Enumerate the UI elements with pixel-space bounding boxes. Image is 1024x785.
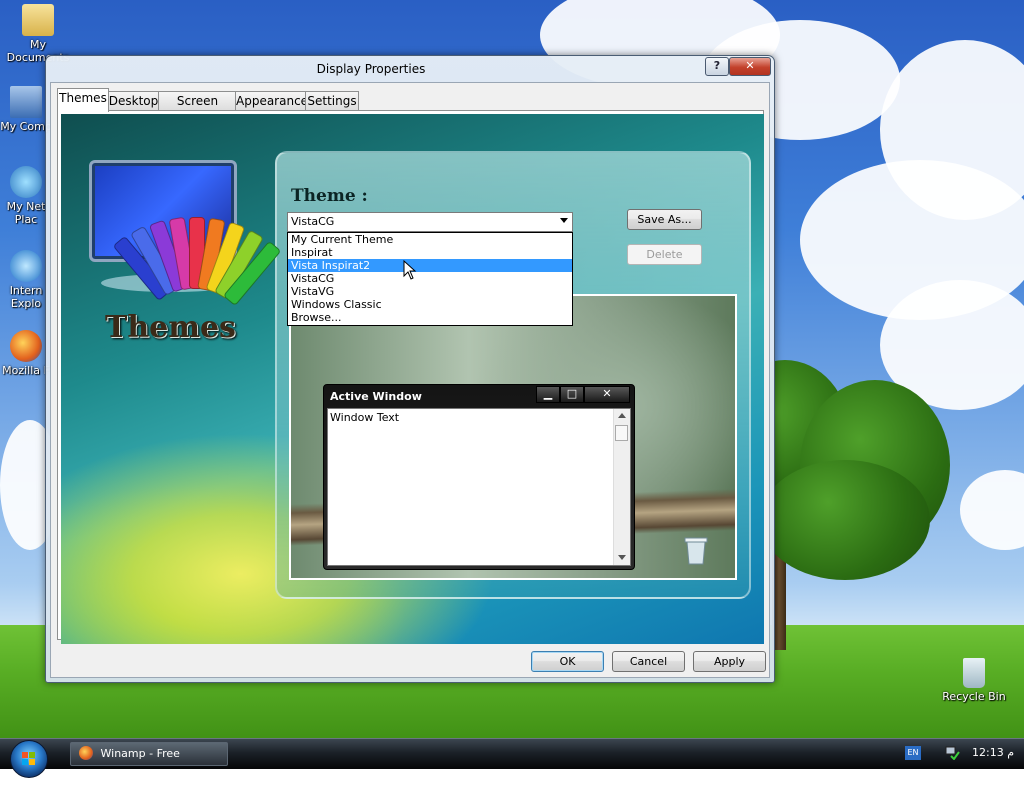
- theme-select[interactable]: VistaCG: [287, 212, 573, 232]
- scrollbar: [613, 409, 630, 565]
- theme-option-browse[interactable]: Browse...: [288, 311, 572, 324]
- theme-option[interactable]: VistaCG: [288, 272, 572, 285]
- tab-themes[interactable]: Themes: [57, 88, 109, 112]
- active-window-title: Active Window: [330, 390, 422, 403]
- themes-tab-panel: Themes Theme : VistaCG My Current Theme …: [57, 110, 764, 644]
- desktop-icon-label: Recycle Bin: [942, 690, 1006, 703]
- themes-logo-text: Themes: [105, 310, 236, 345]
- tab-screen-saver[interactable]: Screen Saver: [158, 91, 237, 126]
- close-button[interactable]: ✕: [729, 57, 771, 76]
- dropdown-arrow-icon[interactable]: [560, 218, 568, 223]
- theme-option-highlighted[interactable]: Vista Inspirat2: [288, 259, 572, 272]
- theme-select-value: VistaCG: [291, 215, 335, 228]
- apply-button[interactable]: Apply: [693, 651, 766, 672]
- language-indicator[interactable]: EN: [905, 746, 921, 760]
- theme-dropdown-list: My Current Theme Inspirat Vista Inspirat…: [287, 232, 573, 326]
- firefox-icon: [10, 330, 42, 362]
- tab-settings[interactable]: Settings: [305, 91, 359, 111]
- desktop-icon-label: My Net Plac: [6, 200, 46, 226]
- theme-option[interactable]: Inspirat: [288, 246, 572, 259]
- recycle-bin-icon: [684, 537, 708, 565]
- theme-option[interactable]: VistaVG: [288, 285, 572, 298]
- firefox-icon: [79, 746, 93, 760]
- ok-button[interactable]: OK: [531, 651, 604, 672]
- active-window-client: Window Text: [327, 408, 631, 566]
- theme-heading: Theme :: [291, 186, 368, 206]
- desktop-icon-recycle-bin[interactable]: Recycle Bin: [934, 658, 1014, 703]
- save-as-button[interactable]: Save As...: [627, 209, 702, 230]
- theme-option[interactable]: My Current Theme: [288, 233, 572, 246]
- recycle-bin-icon: [963, 658, 985, 688]
- windows-logo-icon: [22, 752, 35, 765]
- window-title: Display Properties: [316, 62, 426, 76]
- minimize-icon: ▁: [536, 386, 560, 403]
- computer-icon: [10, 86, 42, 118]
- taskbar-item-firefox-winamp[interactable]: Winamp - Free downlo...: [70, 742, 228, 781]
- desktop-icon-label: Mozilla F: [2, 364, 50, 377]
- tab-desktop[interactable]: Desktop: [107, 91, 160, 111]
- themes-background-art: Themes Theme : VistaCG My Current Theme …: [61, 114, 764, 644]
- help-button[interactable]: ?: [705, 57, 729, 76]
- network-globe-icon: [10, 166, 42, 198]
- start-button[interactable]: [10, 740, 48, 778]
- desktop-icon-label: Intern Explo: [9, 284, 43, 310]
- cancel-button[interactable]: Cancel: [612, 651, 685, 672]
- dialog-client-area: Themes Desktop Screen Saver Appearance S…: [50, 82, 770, 678]
- internet-explorer-icon: [10, 250, 42, 282]
- scroll-up-arrow-icon: [618, 413, 626, 418]
- tab-appearance[interactable]: Appearance: [235, 91, 308, 111]
- clock[interactable]: 12:13 م: [972, 746, 1014, 759]
- folder-icon: [22, 4, 54, 36]
- scroll-thumb: [615, 425, 628, 441]
- title-bar[interactable]: Display Properties ? ✕: [46, 56, 774, 82]
- delete-button[interactable]: Delete: [627, 244, 702, 265]
- maximize-icon: □: [560, 386, 584, 403]
- network-tray-icon[interactable]: [944, 744, 960, 760]
- mouse-cursor-icon: [403, 260, 417, 280]
- active-window-preview: Active Window ▁ □ ✕ Window Text: [323, 384, 635, 570]
- window-text: Window Text: [330, 411, 400, 424]
- close-icon: ✕: [584, 386, 630, 403]
- scroll-down-arrow-icon: [618, 555, 626, 560]
- theme-option[interactable]: Windows Classic: [288, 298, 572, 311]
- display-properties-dialog: Display Properties ? ✕ Themes Desktop Sc…: [45, 55, 775, 683]
